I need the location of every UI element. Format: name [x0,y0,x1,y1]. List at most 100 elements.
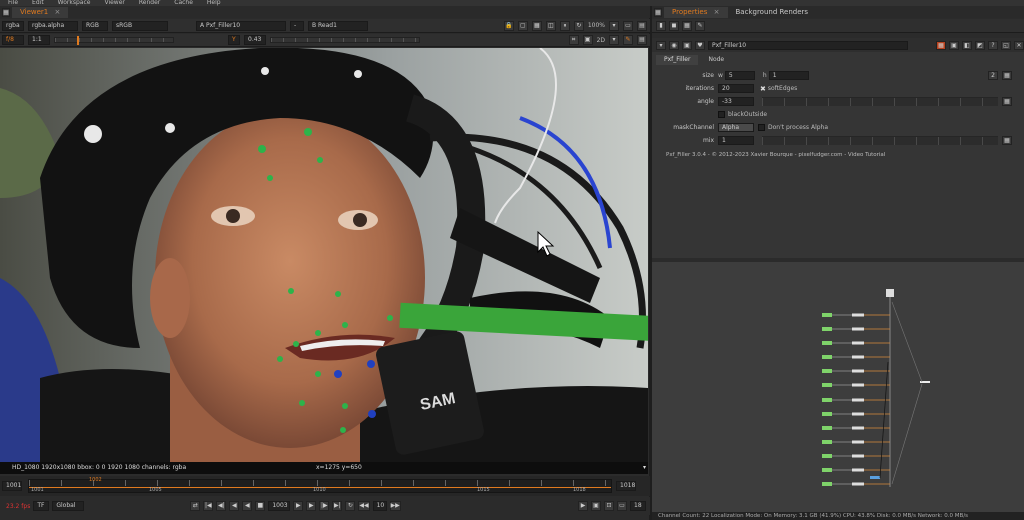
out-point-field[interactable]: 1018 [616,481,636,491]
view-mode-dropdown[interactable]: 2D [597,37,605,44]
roi-icon[interactable]: ▢ [517,20,528,31]
next-frame-icon[interactable]: ▶ [306,501,317,511]
display-dropdown[interactable]: RGB [82,20,108,31]
tab-properties[interactable]: Properties × [664,6,728,18]
bounce-icon[interactable]: ↻ [345,501,356,511]
playhead[interactable]: 1002 [89,477,102,483]
next-key-icon[interactable]: |▶ [319,501,330,511]
paint-icon[interactable]: ✎ [623,35,633,45]
snapshot-icon[interactable]: ◧ [962,40,972,50]
close-panel-icon[interactable]: ✕ [1014,40,1024,50]
channels-dropdown[interactable]: rgba [2,20,24,31]
pane-menu-icon-right[interactable]: ▦ [654,7,662,17]
prev-frame-icon[interactable]: ◀ [229,501,240,511]
skip-forward-icon[interactable]: ▶▶ [389,501,401,511]
angle-field[interactable]: -33 [718,97,754,106]
roi-toggle-icon[interactable]: ▣ [582,35,593,45]
play-backward-icon[interactable]: ◀ [242,501,253,511]
loop-icon[interactable]: ⇄ [190,501,201,511]
blackoutside-checkbox[interactable] [718,111,725,118]
close-icon[interactable]: × [714,8,720,16]
fstop-toggle[interactable]: f/8 [2,35,24,45]
refresh-icon[interactable]: ↻ [573,20,584,31]
float-panel-icon[interactable]: ◱ [1001,40,1011,50]
collapse-icon[interactable]: ▾ [656,40,666,50]
gain-slider[interactable] [54,36,174,45]
timeline[interactable]: 1001 1001 1005 1010 1015 1018 1002 1018 [0,476,650,496]
size-channels-button[interactable]: 2 [988,71,998,80]
cache-icon[interactable]: ▣ [591,501,601,511]
node-name-field[interactable]: Pxf_Filler10 [708,40,908,50]
lock-icon[interactable]: 🔒 [503,20,514,31]
step-field[interactable]: 10 [372,501,387,511]
zoom-readout[interactable]: 100% [588,22,605,29]
record-icon[interactable]: ▶ [578,501,588,511]
tab-node[interactable]: Node [700,55,732,65]
viewer-menu-icon[interactable]: ▤ [637,20,647,31]
view-mode-arrow-icon[interactable]: ▾ [609,35,619,45]
viewer-settings-icon[interactable]: ▭ [623,20,633,31]
tab-background-renders[interactable]: Background Renders [728,7,817,18]
node-count-icon[interactable]: ▮ [656,20,666,31]
crop-icon[interactable]: ⌗ [568,35,579,45]
size-curve-icon[interactable]: ▦ [1002,71,1012,80]
zoom-ratio-field[interactable]: 1:1 [28,35,50,45]
tile-color-icon[interactable]: ▦ [936,40,946,50]
pane-menu-icon[interactable]: ▦ [2,7,10,17]
angle-slider[interactable] [762,97,998,106]
size-w-field[interactable]: 5 [724,71,755,80]
node-graph[interactable] [652,262,1024,512]
help-icon[interactable]: ♥ [695,40,705,50]
skip-back-icon[interactable]: ◀◀ [358,501,370,511]
clone-icon[interactable]: ▣ [682,40,692,50]
gamma-slider[interactable] [270,37,420,43]
softedges-checkbox[interactable]: ✖ [760,85,766,93]
mix-slider[interactable] [762,136,998,145]
mix-field[interactable]: 1 [718,136,754,145]
fps-dropdown[interactable]: TF [33,501,50,511]
close-icon[interactable]: × [54,8,60,16]
input-a-dropdown[interactable]: A Pxf_Filler10 [196,20,286,31]
stop-icon[interactable]: ■ [255,501,266,511]
size-h-field[interactable]: 1 [768,71,809,80]
current-frame-field[interactable]: 1003 [268,501,291,511]
scope-dropdown[interactable]: Global [52,501,85,511]
colorspace-dropdown[interactable]: sRGB [112,20,168,31]
info-expand-icon[interactable]: ▾ [643,462,646,474]
compare-dropdown[interactable]: - [290,20,304,31]
help-question-icon[interactable]: ? [988,40,998,50]
timeline-track[interactable]: 1001 1005 1010 1015 1018 1002 [28,477,612,493]
stereo-icon[interactable]: ◫ [545,20,556,31]
layer-dropdown[interactable]: rgba.alpha [28,20,78,31]
iterations-field[interactable]: 20 [718,84,754,93]
pen-icon[interactable]: ✎ [695,20,705,31]
float-icon[interactable]: ▦ [682,20,692,31]
monitor-icon[interactable]: ▭ [617,501,627,511]
tab-viewer1[interactable]: Viewer1 × [12,6,69,18]
input-b-dropdown[interactable]: B Read1 [308,20,368,31]
copy-icon[interactable]: ◩ [975,40,985,50]
last-frame-icon[interactable]: ▶| [332,501,343,511]
node-color-icon[interactable]: ◉ [669,40,679,50]
credits-text: Pxf_Filler 3.0.4 - © 2012-2023 Xavier Bo… [666,152,886,158]
pause-icon[interactable]: ⏸ [559,20,570,31]
in-point-field[interactable]: 1001 [2,481,22,491]
end-frame-field[interactable]: 18 [630,501,646,511]
viewer-canvas[interactable]: SAM [0,48,648,462]
dont-process-alpha-checkbox[interactable] [758,124,765,131]
angle-curve-icon[interactable]: ▦ [1002,97,1012,106]
gamma-field[interactable]: 0.43 [244,35,266,45]
flipbook-icon[interactable]: ⊡ [604,501,614,511]
prev-key-icon[interactable]: ◀| [216,501,227,511]
maskchannel-dropdown[interactable]: Alpha [718,123,754,132]
play-forward-icon[interactable]: ▶ [293,501,304,511]
viewer-options-icon[interactable]: ▤ [637,35,647,45]
mix-curve-icon[interactable]: ▦ [1002,136,1012,145]
revert-icon[interactable]: ▣ [949,40,959,50]
tab-pxf-filler[interactable]: Pxf_Filler [656,54,699,65]
zoom-dropdown-icon[interactable]: ▾ [609,20,619,31]
lock-properties-icon[interactable]: ◼ [669,20,679,31]
first-frame-icon[interactable]: |◀ [203,501,214,511]
grid-icon[interactable]: ▦ [531,20,542,31]
gamma-toggle[interactable]: Y [228,35,240,45]
